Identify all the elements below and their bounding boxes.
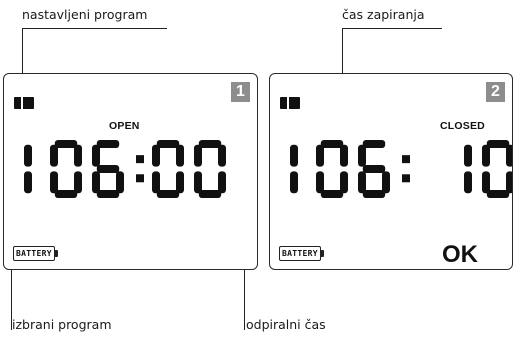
segment-d [486, 190, 510, 198]
segment-b [464, 144, 472, 167]
segment-d [198, 190, 222, 198]
segment-b [506, 144, 512, 167]
segment-c [116, 171, 124, 194]
segment-b [74, 144, 82, 167]
segment-c [176, 171, 184, 194]
segment-e [316, 171, 324, 194]
segment-g [362, 165, 386, 173]
segment-f [482, 144, 490, 167]
segment-e [50, 171, 58, 194]
segment-f [358, 144, 366, 167]
segment-b [340, 144, 348, 167]
segment-c [506, 171, 512, 194]
segment-e [194, 171, 202, 194]
callout-selected-program: izbrani program [12, 317, 112, 332]
seven-segment-display [290, 140, 512, 198]
segment-e [152, 171, 160, 194]
segment-a [156, 140, 180, 148]
battery-icon: BATTERY [13, 246, 58, 261]
segment-b [24, 144, 32, 167]
segment-e [358, 171, 366, 194]
segment-a [54, 140, 78, 148]
segment-f [92, 144, 100, 167]
segment-d [96, 190, 120, 198]
colon-dot [136, 174, 144, 183]
callout-set-program-underline [22, 28, 167, 29]
segment-a [486, 140, 510, 148]
seven-segment-display [24, 140, 226, 198]
segment-c [382, 171, 390, 194]
display-digits [290, 140, 512, 198]
segment-c [218, 171, 226, 194]
battery-icon: BATTERY [279, 246, 324, 261]
colon-dot [136, 155, 144, 164]
segment-c [340, 171, 348, 194]
lcd-panel-1: 1 OPEN BATTERY [3, 73, 258, 270]
segment-a [362, 140, 386, 148]
segment-d [156, 190, 180, 198]
callout-closing-time: čas zapiranja [342, 7, 425, 22]
display-digits [24, 140, 226, 198]
segment-d [320, 190, 344, 198]
segment-f [194, 144, 202, 167]
segment-e [92, 171, 100, 194]
segment-c [464, 171, 472, 194]
segment-c [290, 171, 298, 194]
segment-a [96, 140, 120, 148]
callout-closing-time-underline [342, 28, 442, 29]
segment-c [74, 171, 82, 194]
segment-d [54, 190, 78, 198]
status-ok: OK [442, 241, 478, 268]
segment-g [96, 165, 120, 173]
segment-f [152, 144, 160, 167]
segment-e [482, 171, 490, 194]
segment-d [362, 190, 386, 198]
segment-c [24, 171, 32, 194]
colon-dot [402, 155, 410, 164]
segment-a [198, 140, 222, 148]
colon-dot [402, 174, 410, 183]
segment-a [320, 140, 344, 148]
lcd-panel-2: 2 CLOSED BATTERY OK [269, 73, 513, 270]
segment-f [50, 144, 58, 167]
callout-opening-time: odpiralni čas [246, 317, 326, 332]
segment-b [218, 144, 226, 167]
segment-b [290, 144, 298, 167]
callout-set-program: nastavljeni program [22, 7, 148, 22]
segment-b [176, 144, 184, 167]
segment-f [316, 144, 324, 167]
